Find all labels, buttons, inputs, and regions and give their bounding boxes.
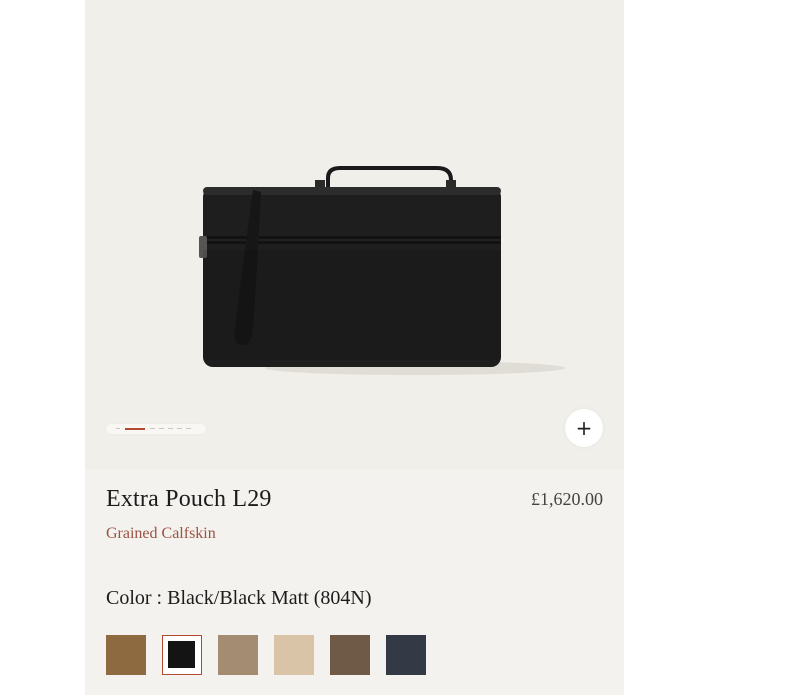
gallery-dot[interactable] bbox=[116, 428, 120, 429]
gallery-dot[interactable] bbox=[186, 428, 191, 429]
product-image-gallery[interactable]: + bbox=[85, 0, 624, 469]
gallery-pagination bbox=[106, 424, 206, 434]
gallery-dot[interactable] bbox=[159, 428, 164, 429]
product-price: £1,620.00 bbox=[531, 489, 603, 509]
color-swatches bbox=[106, 635, 436, 675]
swatch-beige[interactable] bbox=[274, 635, 314, 675]
plus-icon: + bbox=[575, 416, 593, 440]
product-title: Extra Pouch L29 bbox=[106, 486, 272, 512]
swatch-navy[interactable] bbox=[386, 635, 426, 675]
gallery-dot-active[interactable] bbox=[125, 428, 145, 430]
product-material: Grained Calfskin bbox=[106, 525, 216, 542]
swatch-black[interactable] bbox=[162, 635, 202, 675]
product-image bbox=[199, 166, 565, 375]
product-panel: + Extra Pouch L29 £1,620.00 Grained Calf… bbox=[85, 0, 624, 695]
swatch-tan-brown[interactable] bbox=[106, 635, 146, 675]
selected-color-label: Color : Black/Black Matt (804N) bbox=[106, 587, 372, 609]
swatch-fill bbox=[168, 641, 195, 668]
swatch-dark-taupe[interactable] bbox=[330, 635, 370, 675]
zoom-button[interactable]: + bbox=[565, 409, 603, 447]
swatch-taupe[interactable] bbox=[218, 635, 258, 675]
gallery-dot[interactable] bbox=[150, 428, 155, 429]
gallery-dot[interactable] bbox=[177, 428, 182, 429]
gallery-dot[interactable] bbox=[168, 428, 173, 429]
